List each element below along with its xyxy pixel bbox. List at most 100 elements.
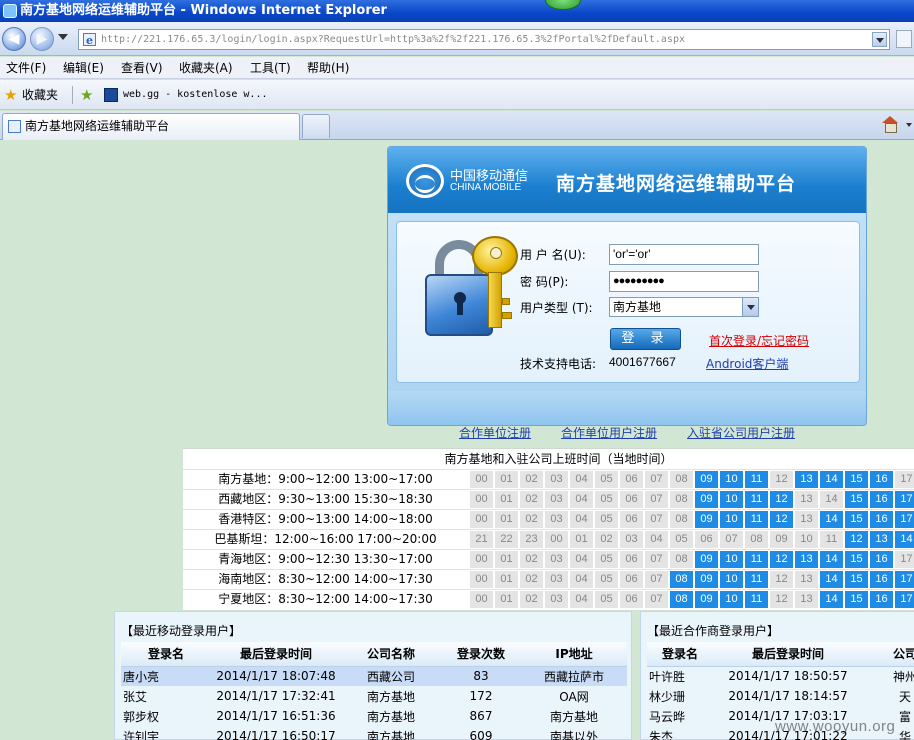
work-schedule-table: 南方基地和入驻公司上班时间（当地时间） 南方基地：9:00~12:00 13:0…: [183, 448, 914, 610]
hour-cell: 06: [620, 511, 643, 528]
hour-cell: 03: [620, 531, 643, 548]
tab-current[interactable]: 南方基地网络运维辅助平台: [2, 113, 300, 140]
login-button[interactable]: 登 录: [610, 328, 681, 350]
first-login-link[interactable]: 首次登录/忘记密码: [709, 332, 809, 349]
hour-cell: 07: [645, 491, 668, 508]
menu-favorites[interactable]: 收藏夹(A): [179, 57, 233, 79]
tab-page-icon: [8, 120, 21, 133]
hour-cell: 22: [495, 531, 518, 548]
schedule-hours: 00 01 02 03 04 05 06 07 08 09 10 11 12 13 14 15 16 17: [470, 511, 914, 528]
menu-help[interactable]: 帮助(H): [307, 57, 349, 79]
hour-cell: 08: [670, 551, 693, 568]
hour-cell: 00: [470, 491, 493, 508]
hour-cell: 11: [745, 591, 768, 608]
province-user-register-link[interactable]: 入驻省公司用户注册: [687, 424, 795, 441]
hour-cell: 03: [545, 511, 568, 528]
window-titlebar: 南方基地网络运维辅助平台 - Windows Internet Explorer: [0, 0, 914, 22]
new-tab-button[interactable]: [302, 114, 330, 138]
hour-cell: 11: [745, 491, 768, 508]
hour-cell: 00: [470, 571, 493, 588]
hour-cell: 00: [470, 471, 493, 488]
usertype-select[interactable]: 南方基地: [609, 297, 759, 317]
schedule-row: 香港特区：9:00~13:00 14:00~18:00 00 01 02 03 04 05 0…: [183, 509, 914, 529]
hour-cell: 13: [795, 571, 818, 588]
compat-view-icon[interactable]: [896, 30, 912, 48]
hour-cell: 13: [795, 551, 818, 568]
table-cell: 叶许胜: [649, 669, 686, 684]
table-cell: 2014/1/17 18:14:57: [728, 689, 848, 703]
password-input[interactable]: ●●●●●●●●●: [609, 271, 759, 292]
schedule-title: 南方基地和入驻公司上班时间（当地时间）: [444, 452, 673, 466]
favorites-button[interactable]: 收藏夹: [22, 80, 58, 110]
schedule-hours: 00 01 02 03 04 05 06 07 08 09 10 11 12 13 14 15 16 17: [470, 591, 914, 608]
hour-cell: 16: [870, 571, 893, 588]
hour-cell: 03: [545, 551, 568, 568]
table-row: 林少珊 2014/1/17 18:14:57 天: [647, 686, 914, 706]
col-header: 最后登录时间: [211, 642, 341, 667]
hour-cell: 04: [570, 471, 593, 488]
back-button[interactable]: ◀: [2, 27, 26, 51]
menu-edit[interactable]: 编辑(E): [63, 57, 104, 79]
address-input[interactable]: http://221.176.65.3/login/login.aspx?Req…: [78, 29, 890, 50]
support-label: 技术支持电话:: [520, 357, 597, 371]
hour-cell: 05: [595, 551, 618, 568]
hour-cell: 08: [745, 531, 768, 548]
favorite-link-webgg[interactable]: web.gg - kostenlose w...: [123, 80, 268, 110]
username-input[interactable]: 'or'='or': [609, 244, 759, 265]
usertype-value: 南方基地: [613, 300, 662, 314]
hour-cell: 00: [470, 511, 493, 528]
login-footer: [388, 391, 866, 425]
menu-tools[interactable]: 工具(T): [250, 57, 291, 79]
table-cell: 南方基地: [366, 689, 415, 704]
hour-cell: 08: [670, 471, 693, 488]
schedule-hours: 00 01 02 03 04 05 06 07 08 09 10 11 12 13 14 15 16 17: [470, 471, 914, 488]
hour-cell: 23: [520, 531, 543, 548]
table-cell: 朱杰: [649, 729, 674, 740]
hour-cell: 14: [820, 571, 843, 588]
home-dropdown-icon[interactable]: [906, 123, 912, 127]
hour-cell: 12: [770, 591, 793, 608]
hour-cell: 03: [545, 471, 568, 488]
select-arrow-icon[interactable]: [742, 298, 758, 316]
forward-button[interactable]: ▶: [30, 27, 54, 51]
hour-cell: 15: [845, 551, 868, 568]
recent-mobile-title: 【最近移动登录用户】: [121, 624, 242, 638]
hour-cell: 17: [895, 591, 914, 608]
hour-cell: 05: [670, 531, 693, 548]
partner-register-link[interactable]: 合作单位注册: [459, 424, 531, 441]
hour-cell: 11: [745, 571, 768, 588]
schedule-row: 南方基地：9:00~12:00 13:00~17:00 00 01 02 03 04 05 0…: [183, 469, 914, 489]
hour-cell: 03: [545, 491, 568, 508]
menu-view[interactable]: 查看(V): [121, 57, 163, 79]
hour-cell: 06: [695, 531, 718, 548]
address-dropdown-icon[interactable]: [872, 32, 887, 47]
android-client-link[interactable]: Android客户端: [706, 355, 788, 372]
hour-cell: 07: [645, 551, 668, 568]
favorites-star-icon[interactable]: ★: [4, 87, 17, 103]
hour-cell: 16: [870, 491, 893, 508]
home-icon[interactable]: [882, 116, 899, 133]
table-cell: 神州: [892, 669, 914, 684]
menu-file[interactable]: 文件(F): [6, 57, 46, 79]
hour-cell: 07: [645, 471, 668, 488]
hour-cell: 05: [595, 491, 618, 508]
schedule-hours: 00 01 02 03 04 05 06 07 08 09 10 11 12 13 14 15 16 17: [470, 571, 914, 588]
hour-cell: 09: [695, 551, 718, 568]
partner-user-register-link[interactable]: 合作单位用户注册: [561, 424, 657, 441]
hour-cell: 15: [845, 571, 868, 588]
hour-cell: 10: [720, 551, 743, 568]
password-label: 密 码(P):: [520, 275, 569, 289]
table-cell: 2014/1/17 17:32:41: [216, 689, 336, 703]
tab-bar: 南方基地网络运维辅助平台: [0, 111, 914, 140]
hour-cell: 05: [595, 511, 618, 528]
hour-cell: 05: [595, 471, 618, 488]
add-favorite-icon[interactable]: ★: [80, 87, 93, 103]
status-orb-icon: [545, 0, 581, 10]
hour-cell: 08: [670, 511, 693, 528]
schedule-row: 宁夏地区：8:30~12:00 14:00~17:30 00 01 02 03 04 05 0…: [183, 589, 914, 609]
history-dropdown-icon[interactable]: [58, 34, 68, 40]
watermark: www.wooyun.org: [775, 718, 896, 735]
col-header: 公司: [863, 642, 914, 667]
hour-cell: 01: [495, 571, 518, 588]
col-header: 登录名: [121, 642, 211, 667]
